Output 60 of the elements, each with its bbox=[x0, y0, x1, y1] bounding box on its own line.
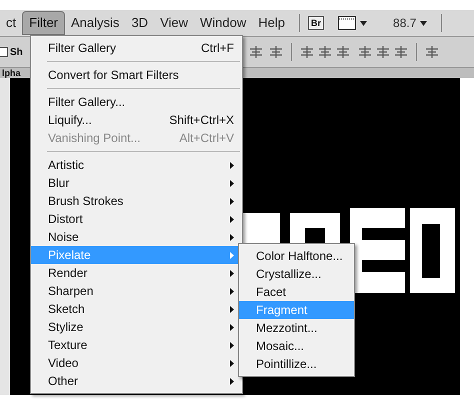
zoom-dropdown[interactable]: 88.7 bbox=[393, 14, 428, 32]
align-icon[interactable] bbox=[376, 45, 390, 59]
menu-item[interactable]: Filter bbox=[22, 11, 66, 35]
submenu-arrow-icon bbox=[230, 234, 234, 240]
submenu-arrow-icon bbox=[230, 378, 234, 384]
caret-icon bbox=[360, 20, 368, 26]
submenu-arrow-icon bbox=[230, 306, 234, 312]
submenu-arrow-icon bbox=[230, 324, 234, 330]
menu-item[interactable]: Noise bbox=[31, 228, 242, 246]
submenu-arrow-icon bbox=[230, 342, 234, 348]
submenu-arrow-icon bbox=[230, 288, 234, 294]
checkbox[interactable] bbox=[0, 47, 8, 57]
menu-item[interactable]: View bbox=[154, 11, 194, 35]
align-icon[interactable] bbox=[424, 45, 439, 59]
bridge-button[interactable]: Br bbox=[308, 16, 324, 30]
menu-item[interactable]: Filter Gallery Ctrl+F bbox=[31, 39, 242, 57]
align-icon[interactable] bbox=[268, 45, 283, 59]
caret-icon bbox=[420, 20, 428, 26]
menu-item[interactable]: Artistic bbox=[31, 156, 242, 174]
checkbox-label: Sh bbox=[10, 46, 23, 60]
menu-item[interactable]: Filter Gallery... bbox=[31, 93, 242, 111]
submenu-arrow-icon bbox=[230, 252, 234, 258]
submenu-arrow-icon bbox=[230, 180, 234, 186]
menu-item[interactable]: Texture bbox=[31, 336, 242, 354]
menu-item[interactable]: Stylize bbox=[31, 318, 242, 336]
menu-item[interactable]: Other bbox=[31, 372, 242, 390]
menu-item[interactable]: Render bbox=[31, 264, 242, 282]
menu-item[interactable]: Sketch bbox=[31, 300, 242, 318]
menu-item[interactable]: Facet bbox=[239, 283, 354, 301]
submenu-arrow-icon bbox=[230, 360, 234, 366]
menu-item[interactable]: Window bbox=[194, 11, 252, 35]
align-icon[interactable] bbox=[318, 45, 332, 59]
screen-mode-button[interactable] bbox=[338, 16, 368, 30]
submenu-arrow-icon bbox=[230, 216, 234, 222]
menu-item[interactable]: Blur bbox=[31, 174, 242, 192]
menu-item[interactable]: Pointillize... bbox=[239, 355, 354, 373]
menu-item[interactable]: Brush Strokes bbox=[31, 192, 242, 210]
align-icon[interactable] bbox=[300, 45, 314, 59]
align-icon[interactable] bbox=[336, 45, 350, 59]
menu-item[interactable]: Mezzotint... bbox=[239, 319, 354, 337]
menu-item[interactable]: ct bbox=[0, 11, 22, 35]
align-icon[interactable] bbox=[394, 45, 408, 59]
menu-item[interactable]: Convert for Smart Filters bbox=[31, 66, 242, 84]
menu-item[interactable]: Crystallize... bbox=[239, 265, 354, 283]
menu-item[interactable]: 3D bbox=[125, 11, 154, 35]
menu-item[interactable]: Liquify... Shift+Ctrl+X bbox=[31, 111, 242, 129]
align-icon[interactable] bbox=[358, 45, 372, 59]
screen-icon bbox=[338, 16, 356, 30]
menu-item[interactable]: Help bbox=[252, 11, 292, 35]
menu-item[interactable]: Analysis bbox=[65, 11, 126, 35]
submenu-arrow-icon bbox=[230, 198, 234, 204]
menu-item[interactable]: Video bbox=[31, 354, 242, 372]
document-tab[interactable]: lpha bbox=[0, 68, 21, 78]
menu-item[interactable]: Distort bbox=[31, 210, 242, 228]
menu-item[interactable]: Mosaic... bbox=[239, 337, 354, 355]
submenu-arrow-icon bbox=[230, 162, 234, 168]
submenu-arrow-icon bbox=[230, 270, 234, 276]
align-icon[interactable] bbox=[248, 45, 263, 59]
menu-item[interactable]: Sharpen bbox=[31, 282, 242, 300]
menu-item[interactable]: Color Halftone... bbox=[239, 247, 354, 265]
